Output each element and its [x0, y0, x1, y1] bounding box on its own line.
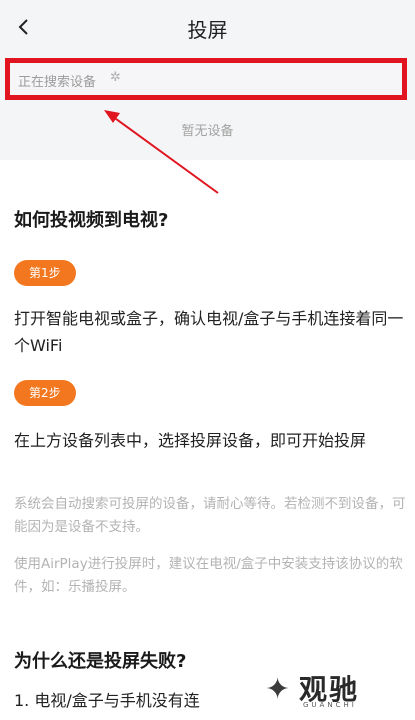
step-1-badge: 第1步: [14, 260, 76, 286]
failure-item-1: 1. 电视/盒子与手机没有连: [14, 691, 200, 710]
header-bar: 投屏: [0, 0, 415, 56]
search-status-text: 正在搜索设备: [18, 75, 97, 90]
page-title: 投屏: [187, 18, 228, 42]
note-auto-search: 系统会自动搜索可投屏的设备，请耐心等待。若检测不到设备，可能因为是设备不支持。: [14, 496, 406, 535]
star-logo-icon: ✦: [265, 672, 291, 707]
guide-title: 如何投视频到电视?: [14, 210, 169, 231]
watermark-logo: ✦ 观驰 GUANCHI: [265, 668, 375, 712]
device-search-box: 正在搜索设备 ✲: [5, 58, 407, 100]
no-device-text: 暂无设备: [181, 124, 234, 139]
device-search-area: 正在搜索设备 ✲ 暂无设备: [0, 56, 415, 160]
watermark-subtext: GUANCHI: [303, 701, 357, 709]
loading-spinner-icon: ✲: [110, 70, 121, 85]
failure-title: 为什么还是投屏失败?: [14, 651, 187, 672]
note-airplay: 使用AirPlay进行投屏时，建议在电视/盒子中安装支持该协议的软件，如：乐播投…: [14, 556, 403, 595]
step-2-text: 在上方设备列表中，选择投屏设备，即可开始投屏: [14, 431, 367, 450]
step-2-badge: 第2步: [14, 380, 76, 406]
step-1-text: 打开智能电视或盒子，确认电视/盒子与手机连接着同一个WiFi: [14, 309, 404, 355]
